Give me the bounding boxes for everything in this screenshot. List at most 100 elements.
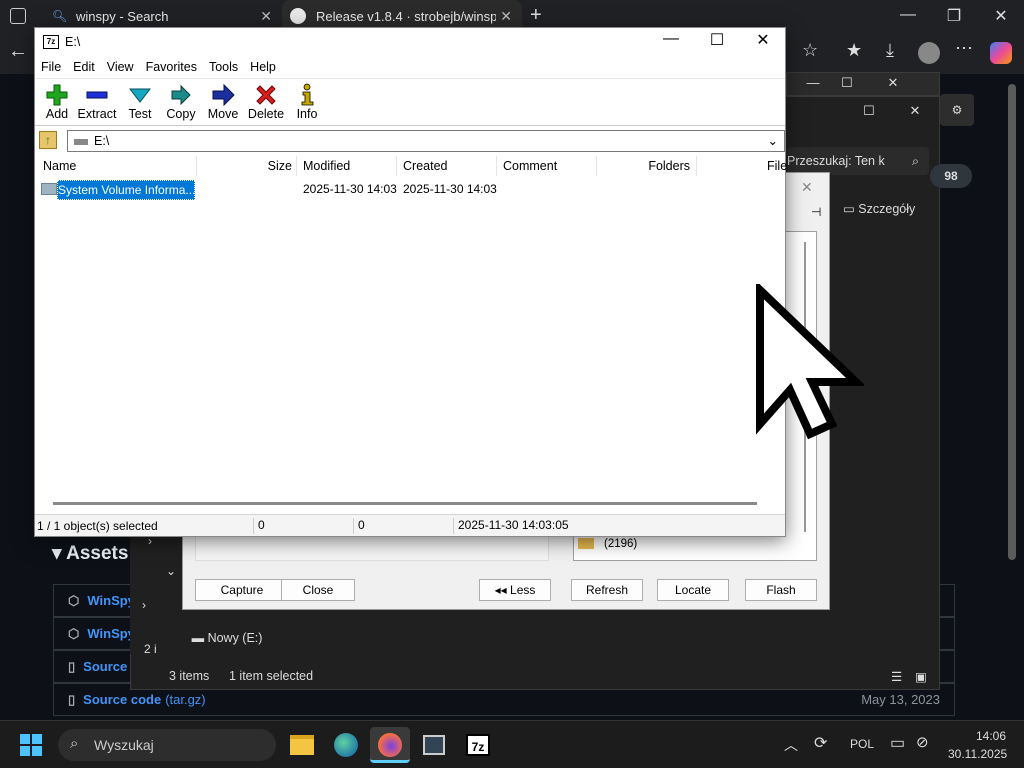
- search-placeholder: Przeszukaj: Ten k: [787, 154, 885, 168]
- tool-label: Add: [45, 107, 69, 121]
- scrollbar[interactable]: [1008, 84, 1016, 560]
- search-placeholder: Wyszukaj: [94, 737, 154, 753]
- column-header-size[interactable]: Size: [197, 156, 297, 176]
- sevenzip-icon[interactable]: 7z: [458, 727, 498, 763]
- menu-file[interactable]: File: [35, 60, 67, 74]
- column-header-name[interactable]: Name: [37, 156, 197, 176]
- minimize-icon[interactable]: —: [797, 75, 829, 90]
- column-header-modified[interactable]: Modified: [297, 156, 397, 176]
- check-icon: [128, 88, 152, 103]
- horizontal-scrollbar[interactable]: [53, 502, 757, 505]
- menu-edit[interactable]: Edit: [67, 60, 101, 74]
- flash-button[interactable]: Flash: [745, 579, 817, 601]
- monitor-icon[interactable]: ▭: [890, 733, 905, 753]
- menu-bar: File Edit View Favorites Tools Help: [35, 56, 785, 78]
- file-explorer-icon[interactable]: [282, 727, 322, 763]
- pin-icon[interactable]: ⊣: [811, 205, 821, 219]
- drive-icon: ▬: [191, 631, 208, 645]
- copy-button[interactable]: Copy: [159, 81, 203, 125]
- locate-button[interactable]: Locate: [657, 579, 729, 601]
- info-button[interactable]: Info: [285, 81, 329, 125]
- status-date: 2025-11-30 14:03:05: [453, 518, 569, 534]
- chevron-down-icon[interactable]: ⌄: [166, 564, 176, 578]
- search-box[interactable]: Przeszukaj: Ten k ⌕: [787, 147, 929, 175]
- restore-icon[interactable]: ☐: [853, 103, 885, 119]
- copilot-icon[interactable]: [990, 42, 1012, 64]
- toolbar-settings-icon[interactable]: ⚙: [940, 94, 974, 126]
- asset-suffix: (tar.gz): [165, 692, 206, 707]
- firefox-icon[interactable]: [370, 727, 410, 763]
- chevron-down-icon[interactable]: ⌄: [768, 131, 778, 151]
- start-button[interactable]: [20, 734, 42, 756]
- more-icon[interactable]: ⋯: [955, 38, 973, 59]
- test-button[interactable]: Test: [118, 81, 162, 125]
- column-header-comment[interactable]: Comment: [497, 156, 597, 176]
- asset-link[interactable]: WinSpy: [87, 626, 135, 641]
- close-button[interactable]: Close: [281, 579, 355, 601]
- menu-help[interactable]: Help: [244, 60, 282, 74]
- restore-icon[interactable]: ❐: [938, 6, 970, 26]
- delete-button[interactable]: Delete: [244, 81, 288, 125]
- address-input[interactable]: E:\ ⌄: [67, 130, 785, 152]
- download-icon[interactable]: ⤓: [886, 40, 894, 61]
- window-title: E:\: [65, 35, 81, 49]
- double-chevron-left-icon: ◂◂: [494, 583, 511, 597]
- chevron-up-icon[interactable]: ︿: [784, 735, 798, 755]
- capture-button[interactable]: Capture: [195, 579, 289, 601]
- details-view-icon[interactable]: ☰: [891, 669, 902, 684]
- github-icon: [290, 8, 306, 24]
- file-list[interactable]: Name Size Modified Created Comment Folde…: [35, 154, 787, 505]
- move-button[interactable]: Move: [201, 81, 245, 125]
- table-row[interactable]: System Volume Informa... 2025-11-30 14:0…: [39, 180, 779, 200]
- tiles-view-icon[interactable]: ▣: [915, 669, 927, 684]
- close-icon[interactable]: ✕: [747, 30, 779, 50]
- menu-view[interactable]: View: [101, 60, 140, 74]
- winspy-icon[interactable]: [414, 727, 454, 763]
- network-off-icon[interactable]: ⊘: [916, 733, 929, 751]
- chevron-right-icon[interactable]: ›: [142, 598, 146, 612]
- sync-icon[interactable]: ⟳: [814, 733, 827, 753]
- tree-item[interactable]: (2196): [578, 538, 637, 550]
- close-icon[interactable]: ✕: [899, 103, 931, 119]
- close-icon[interactable]: ✕: [877, 75, 909, 91]
- less-button[interactable]: ◂◂ Less: [479, 579, 551, 601]
- close-icon[interactable]: ✕: [985, 6, 1017, 26]
- tree-item-drive-e[interactable]: › ▬ Nowy (E:): [177, 631, 262, 645]
- up-folder-icon[interactable]: ↑: [39, 131, 57, 149]
- edge-icon[interactable]: [326, 727, 366, 763]
- close-icon[interactable]: ✕: [260, 8, 272, 25]
- menu-tools[interactable]: Tools: [203, 60, 244, 74]
- minimize-icon[interactable]: —: [655, 30, 687, 48]
- maximize-icon[interactable]: ☐: [701, 30, 733, 50]
- favorite-icon[interactable]: ☆: [802, 40, 818, 61]
- close-icon[interactable]: ✕: [801, 179, 813, 196]
- tab-actions-icon[interactable]: [10, 8, 26, 24]
- close-icon[interactable]: ✕: [500, 8, 512, 25]
- profile-icon[interactable]: [918, 42, 940, 64]
- search-icon: 🔍︎: [52, 9, 68, 23]
- refresh-button[interactable]: Refresh: [571, 579, 643, 601]
- asset-link[interactable]: Source code: [83, 692, 161, 707]
- language-indicator[interactable]: POL: [850, 737, 874, 751]
- menu-favorites[interactable]: Favorites: [140, 60, 203, 74]
- column-header-folders[interactable]: Folders: [597, 156, 697, 176]
- clock-time[interactable]: 14:06: [976, 729, 1006, 743]
- tool-label: Info: [296, 107, 318, 121]
- favorites-list-icon[interactable]: ★: [846, 40, 862, 61]
- taskbar-search[interactable]: ⌕ Wyszukaj: [58, 729, 276, 761]
- plus-icon: [46, 84, 68, 106]
- asset-link[interactable]: WinSpy: [87, 593, 135, 608]
- file-zip-icon: ▯: [68, 658, 76, 674]
- column-header-files[interactable]: File: [761, 156, 787, 176]
- clock-date[interactable]: 30.11.2025: [948, 747, 1007, 761]
- column-header-created[interactable]: Created: [397, 156, 497, 176]
- created-date: 2025-11-30 14:03: [403, 182, 497, 196]
- details-pane-button[interactable]: ▭ Szczegóły: [843, 201, 915, 216]
- new-tab-button[interactable]: +: [530, 4, 542, 27]
- restore-icon[interactable]: ☐: [831, 75, 863, 91]
- back-icon[interactable]: ←: [8, 40, 28, 63]
- minimize-icon[interactable]: —: [892, 6, 924, 24]
- sevenzip-window: 7z E:\ — ☐ ✕ File Edit View Favorites To…: [34, 27, 787, 537]
- extract-button[interactable]: Extract: [75, 81, 119, 125]
- add-button[interactable]: Add: [35, 81, 79, 125]
